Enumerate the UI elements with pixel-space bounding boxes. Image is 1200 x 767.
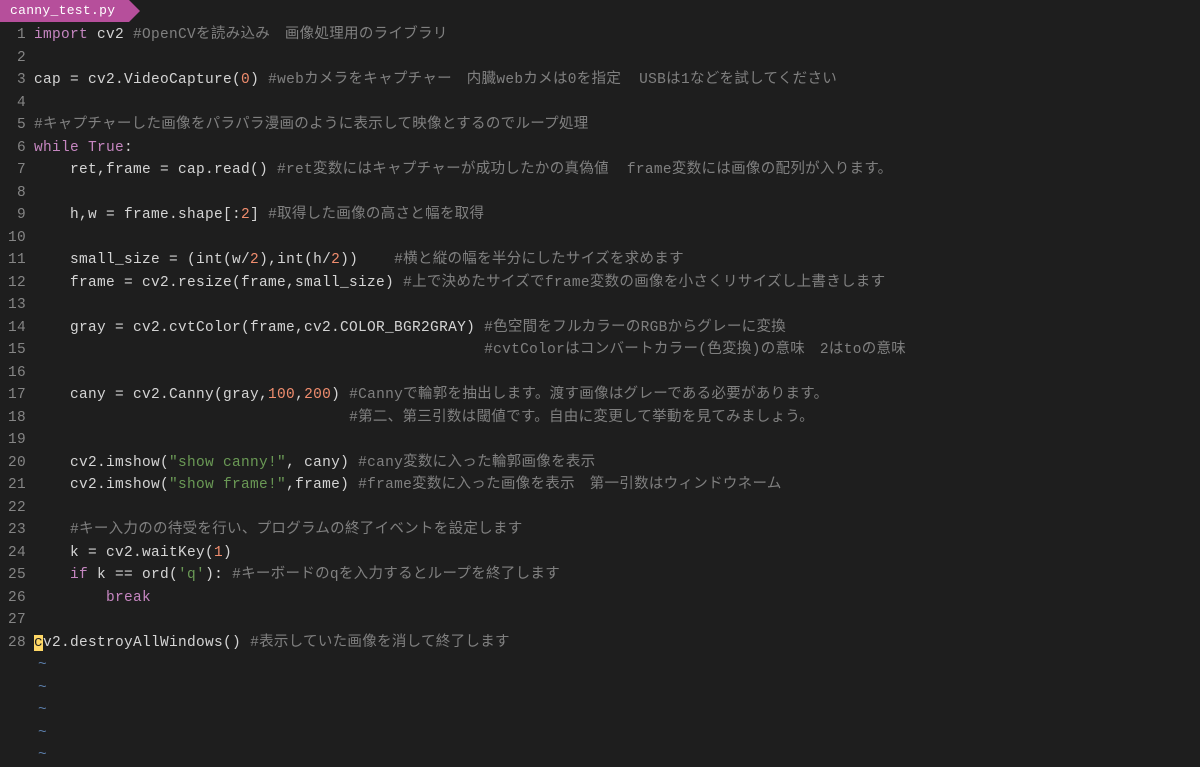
code-line[interactable]: h,w = frame.shape[:2] #取得した画像の高さと幅を取得 <box>34 204 1200 227</box>
editor-area[interactable]: 1234567891011121314151617181920212223242… <box>0 22 1200 767</box>
line-number: 19 <box>0 429 26 452</box>
line-number: 9 <box>0 204 26 227</box>
code-line[interactable]: import cv2 #OpenCVを読み込み 画像処理用のライブラリ <box>34 24 1200 47</box>
code-line[interactable]: while True: <box>34 137 1200 160</box>
code-line[interactable] <box>34 294 1200 317</box>
code-line[interactable]: #cvtColorはコンバートカラー(色変換)の意味 2はtoの意味 <box>34 339 1200 362</box>
code-line[interactable]: cv2.imshow("show frame!",frame) #frame変数… <box>34 474 1200 497</box>
file-tab[interactable]: canny_test.py <box>0 0 129 22</box>
code-line[interactable]: cv2.imshow("show canny!", cany) #cany変数に… <box>34 452 1200 475</box>
line-number: 16 <box>0 362 26 385</box>
line-number: 23 <box>0 519 26 542</box>
code-line[interactable]: #キー入力のの待受を行い、プログラムの終了イベントを設定します <box>34 519 1200 542</box>
line-number: 7 <box>0 159 26 182</box>
line-number: 21 <box>0 474 26 497</box>
line-number: 1 <box>0 24 26 47</box>
line-number: 27 <box>0 609 26 632</box>
code-line[interactable]: break <box>34 587 1200 610</box>
line-number: 25 <box>0 564 26 587</box>
tab-filename: canny_test.py <box>10 1 115 21</box>
line-number: 17 <box>0 384 26 407</box>
line-number: 24 <box>0 542 26 565</box>
code-line[interactable] <box>34 609 1200 632</box>
code-line[interactable]: small_size = (int(w/2),int(h/2)) #横と縦の幅を… <box>34 249 1200 272</box>
code-line[interactable]: k = cv2.waitKey(1) <box>34 542 1200 565</box>
line-number: 3 <box>0 69 26 92</box>
code-line[interactable]: ret,frame = cap.read() #ret変数にはキャプチャーが成功… <box>34 159 1200 182</box>
code-line[interactable]: cap = cv2.VideoCapture(0) #webカメラをキャプチャー… <box>34 69 1200 92</box>
line-number: 12 <box>0 272 26 295</box>
line-number: 15 <box>0 339 26 362</box>
code-line[interactable]: gray = cv2.cvtColor(frame,cv2.COLOR_BGR2… <box>34 317 1200 340</box>
line-number: 10 <box>0 227 26 250</box>
tab-bar: canny_test.py <box>0 0 1200 22</box>
code-line[interactable]: frame = cv2.resize(frame,small_size) #上で… <box>34 272 1200 295</box>
code-content[interactable]: import cv2 #OpenCVを読み込み 画像処理用のライブラリ cap =… <box>34 24 1200 767</box>
code-line[interactable] <box>34 362 1200 385</box>
line-number: 13 <box>0 294 26 317</box>
code-line[interactable] <box>34 182 1200 205</box>
code-line[interactable]: #キャプチャーした画像をパラパラ漫画のように表示して映像とするのでループ処理 <box>34 114 1200 137</box>
line-number: 14 <box>0 317 26 340</box>
empty-line-tilde: ~ <box>34 654 1200 677</box>
line-number-gutter: 1234567891011121314151617181920212223242… <box>0 24 34 767</box>
empty-line-tilde: ~ <box>34 722 1200 745</box>
code-line[interactable]: #第二、第三引数は閾値です。自由に変更して挙動を見てみましょう。 <box>34 407 1200 430</box>
line-number: 5 <box>0 114 26 137</box>
line-number: 11 <box>0 249 26 272</box>
code-line[interactable] <box>34 497 1200 520</box>
line-number: 2 <box>0 47 26 70</box>
line-number: 26 <box>0 587 26 610</box>
line-number: 22 <box>0 497 26 520</box>
empty-line-tilde: ~ <box>34 699 1200 722</box>
line-number: 6 <box>0 137 26 160</box>
empty-line-tilde: ~ <box>34 677 1200 700</box>
line-number: 28 <box>0 632 26 655</box>
code-line[interactable] <box>34 47 1200 70</box>
line-number: 18 <box>0 407 26 430</box>
empty-line-tilde: ~ <box>34 744 1200 767</box>
code-line[interactable] <box>34 227 1200 250</box>
line-number: 4 <box>0 92 26 115</box>
code-line[interactable] <box>34 429 1200 452</box>
code-line[interactable]: cany = cv2.Canny(gray,100,200) #Cannyで輪郭… <box>34 384 1200 407</box>
code-line[interactable] <box>34 92 1200 115</box>
line-number: 20 <box>0 452 26 475</box>
code-line[interactable]: cv2.destroyAllWindows() #表示していた画像を消して終了し… <box>34 632 1200 655</box>
code-line[interactable]: if k == ord('q'): #キーボードのqを入力するとループを終了しま… <box>34 564 1200 587</box>
line-number: 8 <box>0 182 26 205</box>
